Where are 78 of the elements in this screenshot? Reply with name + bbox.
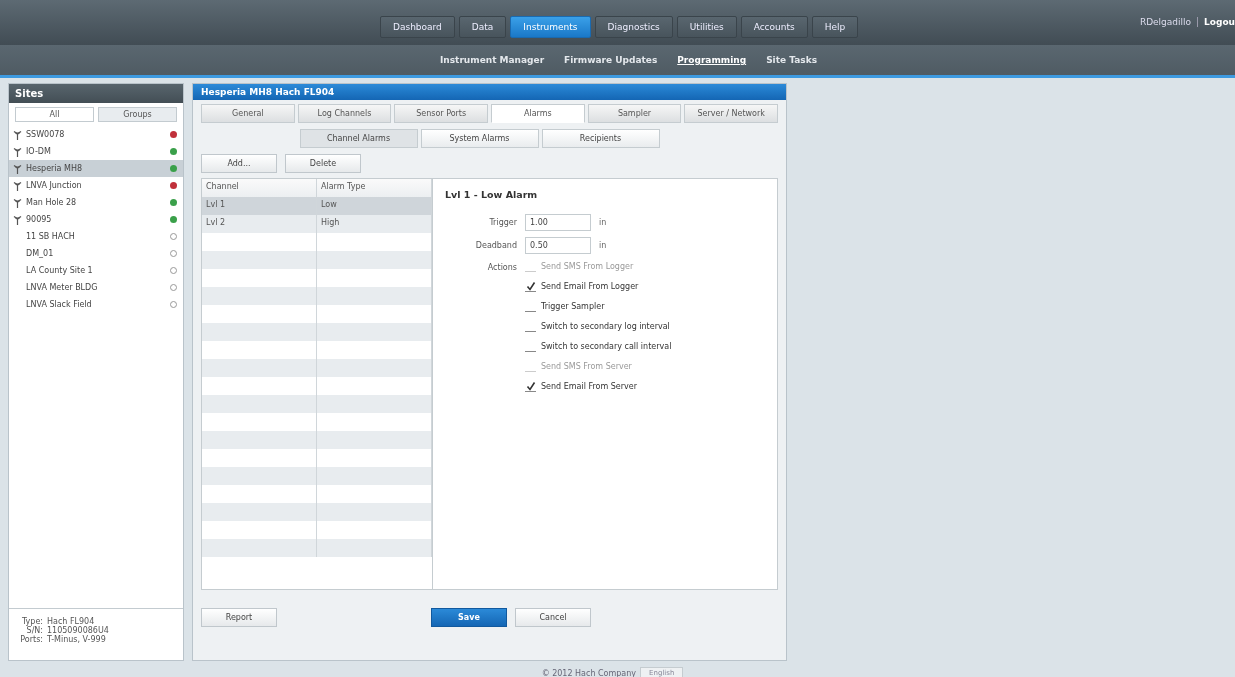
site-item[interactable]: SSW0078: [9, 126, 183, 143]
info-value: T-Minus, V-999: [47, 635, 106, 644]
action-button[interactable]: Cancel: [515, 608, 591, 627]
nav-tab[interactable]: Instruments: [510, 15, 591, 38]
nav-tab[interactable]: Utilities: [676, 15, 737, 38]
antenna-icon: [13, 163, 22, 174]
antenna-icon: [13, 180, 22, 191]
tab[interactable]: All: [15, 107, 94, 122]
copyright-text: © 2012 Hach Company: [541, 668, 637, 677]
toolbar-button[interactable]: Add...: [201, 154, 277, 173]
site-item[interactable]: IO-DM: [9, 143, 183, 160]
sub-nav-link[interactable]: Firmware Updates: [564, 55, 658, 65]
table-cell: High: [321, 218, 340, 227]
tab[interactable]: Sampler: [587, 104, 682, 123]
antenna-icon: [13, 197, 22, 208]
info-value: Hach FL904: [47, 617, 95, 626]
detail-title: Lvl 1 - Low Alarm: [445, 189, 539, 200]
site-item[interactable]: Man Hole 28: [9, 194, 183, 211]
sub-nav-link[interactable]: Instrument Manager: [440, 55, 545, 65]
tab[interactable]: Groups: [98, 107, 177, 122]
site-item[interactable]: DM_01: [9, 245, 183, 262]
toolbar-button[interactable]: Delete: [285, 154, 361, 173]
nav-tab[interactable]: Help: [811, 15, 859, 38]
panel-title: Sites: [9, 84, 183, 103]
site-item[interactable]: LNVA Slack Field: [9, 296, 183, 313]
site-item[interactable]: 90095: [9, 211, 183, 228]
sub-tab[interactable]: Channel Alarms: [299, 129, 418, 148]
checkbox-label: Send Email From Server: [541, 381, 638, 391]
input-field[interactable]: 1.00: [525, 214, 591, 231]
nav-tab[interactable]: Accounts: [740, 15, 808, 38]
checkbox-label: Send SMS From Server: [541, 361, 632, 371]
checkbox-label: Trigger Sampler: [541, 301, 605, 311]
table-row[interactable]: Lvl 2 High: [202, 215, 432, 233]
antenna-icon: [13, 146, 22, 157]
tab[interactable]: Alarms: [491, 104, 585, 123]
sub-nav-link[interactable]: Programming: [677, 55, 747, 65]
checkbox[interactable]: [525, 380, 536, 392]
table-cell: Lvl 1: [206, 200, 226, 209]
info-label: Ports:: [19, 635, 43, 644]
tab[interactable]: General: [201, 104, 295, 123]
tab[interactable]: Sensor Ports: [394, 104, 488, 123]
table-cell: Lvl 2: [206, 218, 226, 227]
checkbox-label: Send Email From Logger: [541, 281, 639, 291]
unit-label: in: [599, 241, 607, 250]
checkbox-label: Send SMS From Logger: [541, 261, 634, 271]
site-item[interactable]: 11 SB HACH: [9, 228, 183, 245]
panel-title: Hesperia MH8 Hach FL904: [193, 84, 786, 100]
sub-tab[interactable]: System Alarms: [420, 129, 539, 148]
info-label: Type:: [20, 617, 43, 626]
table-cell: Low: [321, 200, 337, 209]
site-item[interactable]: LNVA Meter BLDG: [9, 279, 183, 296]
table-row[interactable]: Lvl 1 Low: [202, 197, 432, 215]
save-button[interactable]: Save: [431, 608, 507, 627]
action-button[interactable]: Report: [201, 608, 277, 627]
sub-nav-link[interactable]: Site Tasks: [766, 55, 817, 65]
nav-tab[interactable]: Dashboard: [380, 15, 455, 38]
field-label: Deadband: [474, 241, 517, 250]
tab[interactable]: Server / Network: [684, 104, 779, 123]
checkbox-label: Switch to secondary call interval: [541, 341, 672, 351]
field-label: Trigger: [488, 218, 517, 227]
nav-tab[interactable]: Data: [458, 15, 507, 38]
sub-tab[interactable]: Recipients: [541, 129, 660, 148]
site-item[interactable]: LA County Site 1: [9, 262, 183, 279]
info-label: S/N:: [26, 626, 43, 635]
site-item[interactable]: LNVA Junction: [9, 177, 183, 194]
checkbox[interactable]: [525, 280, 536, 292]
user-name: RDelgadillo: [1139, 17, 1192, 27]
tab[interactable]: Log Channels: [297, 104, 392, 123]
unit-label: in: [599, 218, 607, 227]
logout-link[interactable]: Logou: [1204, 17, 1235, 27]
antenna-icon: [13, 214, 22, 225]
nav-tab[interactable]: Diagnostics: [594, 15, 673, 38]
field-label: Actions: [486, 262, 517, 274]
antenna-icon: [13, 129, 22, 140]
checkbox-label: Switch to secondary log interval: [541, 321, 670, 331]
info-value: 1105090086U4: [47, 626, 109, 635]
site-item[interactable]: Hesperia MH8: [9, 160, 183, 177]
input-field[interactable]: 0.50: [525, 237, 591, 254]
